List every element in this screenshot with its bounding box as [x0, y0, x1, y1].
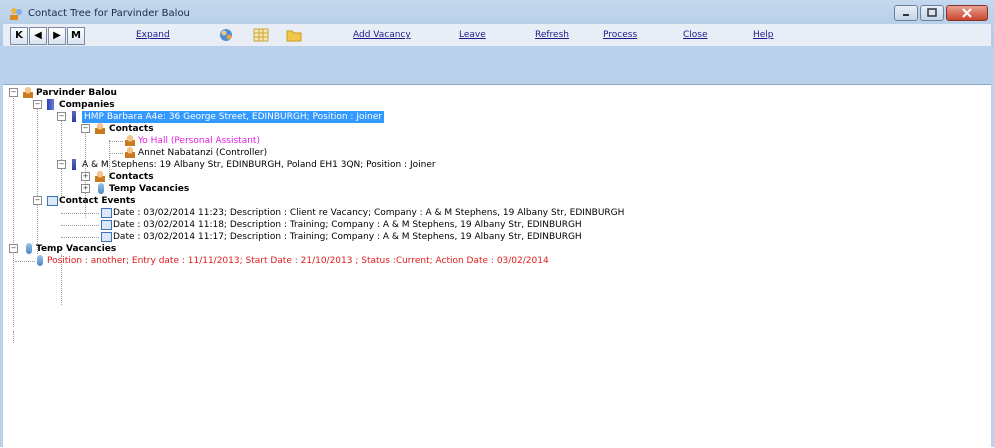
contacts-node[interactable]: Contacts [109, 171, 154, 183]
contact-tree-window: Contact Tree for Parvinder Balou K ◀ ▶ M… [0, 0, 994, 448]
company-icon [72, 111, 76, 122]
grid-icon[interactable] [253, 27, 269, 43]
person-icon [23, 87, 33, 98]
event-item[interactable]: Date : 03/02/2014 11:18; Description : T… [113, 219, 582, 231]
close-icon[interactable] [946, 5, 988, 21]
process-button[interactable]: Process [603, 30, 637, 40]
tree-root-label[interactable]: Parvinder Balou [36, 87, 117, 99]
event-icon [101, 220, 112, 230]
toolbar: K ◀ ▶ M Expand Add Vacancy Leave Refresh… [3, 24, 991, 46]
next-record-button[interactable]: ▶ [48, 27, 66, 45]
last-record-button[interactable]: M [67, 27, 85, 45]
event-item[interactable]: Date : 03/02/2014 11:23; Description : C… [113, 207, 624, 219]
contact-tree[interactable]: − Parvinder Balou − Companies − HMP Barb… [3, 84, 991, 448]
folder-icon[interactable] [286, 27, 302, 43]
contacts-node[interactable]: Contacts [109, 123, 154, 135]
close-button[interactable]: Close [683, 30, 708, 40]
event-icon [101, 232, 112, 242]
collapse-toggle[interactable]: − [81, 124, 90, 133]
minimize-icon[interactable] [894, 5, 918, 21]
collapse-toggle[interactable]: − [57, 160, 66, 169]
contact-events-node[interactable]: Contact Events [59, 195, 136, 207]
vacancy-item[interactable]: Position : another; Entry date : 11/11/2… [47, 255, 549, 267]
event-item[interactable]: Date : 03/02/2014 11:17; Description : T… [113, 231, 582, 243]
company-node-selected[interactable]: HMP Barbara A4e: 36 George Street, EDINB… [82, 111, 384, 123]
expand-button[interactable]: Expand [136, 30, 170, 40]
collapse-toggle[interactable]: − [9, 88, 18, 97]
previous-record-button[interactable]: ◀ [29, 27, 47, 45]
leave-button[interactable]: Leave [459, 30, 486, 40]
window-title: Contact Tree for Parvinder Balou [28, 8, 190, 19]
building-icon [47, 99, 54, 110]
temp-vacancies-node[interactable]: Temp Vacancies [109, 183, 189, 195]
vacancy-icon [37, 255, 43, 266]
collapse-toggle[interactable]: − [33, 196, 42, 205]
event-icon [47, 196, 58, 206]
expand-toggle[interactable]: + [81, 184, 90, 193]
collapse-toggle[interactable]: − [57, 112, 66, 121]
company-node[interactable]: A & M Stephens: 19 Albany Str, EDINBURGH… [82, 159, 436, 171]
person-icon [125, 135, 135, 146]
contact-item[interactable]: Yo Hall (Personal Assistant) [138, 135, 260, 147]
vacancy-icon [26, 243, 32, 254]
refresh-button[interactable]: Refresh [535, 30, 569, 40]
temp-vacancies-node[interactable]: Temp Vacancies [36, 243, 116, 255]
person-icon [95, 171, 105, 182]
vacancy-icon [98, 183, 104, 194]
first-record-button[interactable]: K [10, 27, 28, 45]
help-button[interactable]: Help [753, 30, 774, 40]
people-icon [9, 7, 23, 21]
collapse-toggle[interactable]: − [33, 100, 42, 109]
maximize-icon[interactable] [920, 5, 944, 21]
company-icon [72, 159, 76, 170]
contact-item[interactable]: Annet Nabatanzi (Controller) [138, 147, 267, 159]
person-icon [125, 147, 135, 158]
event-icon [101, 208, 112, 218]
person-icon [95, 123, 105, 134]
globe-people-icon[interactable] [218, 27, 234, 43]
companies-node[interactable]: Companies [59, 99, 115, 111]
expand-toggle[interactable]: + [81, 172, 90, 181]
add-vacancy-button[interactable]: Add Vacancy [353, 30, 411, 40]
collapse-toggle[interactable]: − [9, 244, 18, 253]
